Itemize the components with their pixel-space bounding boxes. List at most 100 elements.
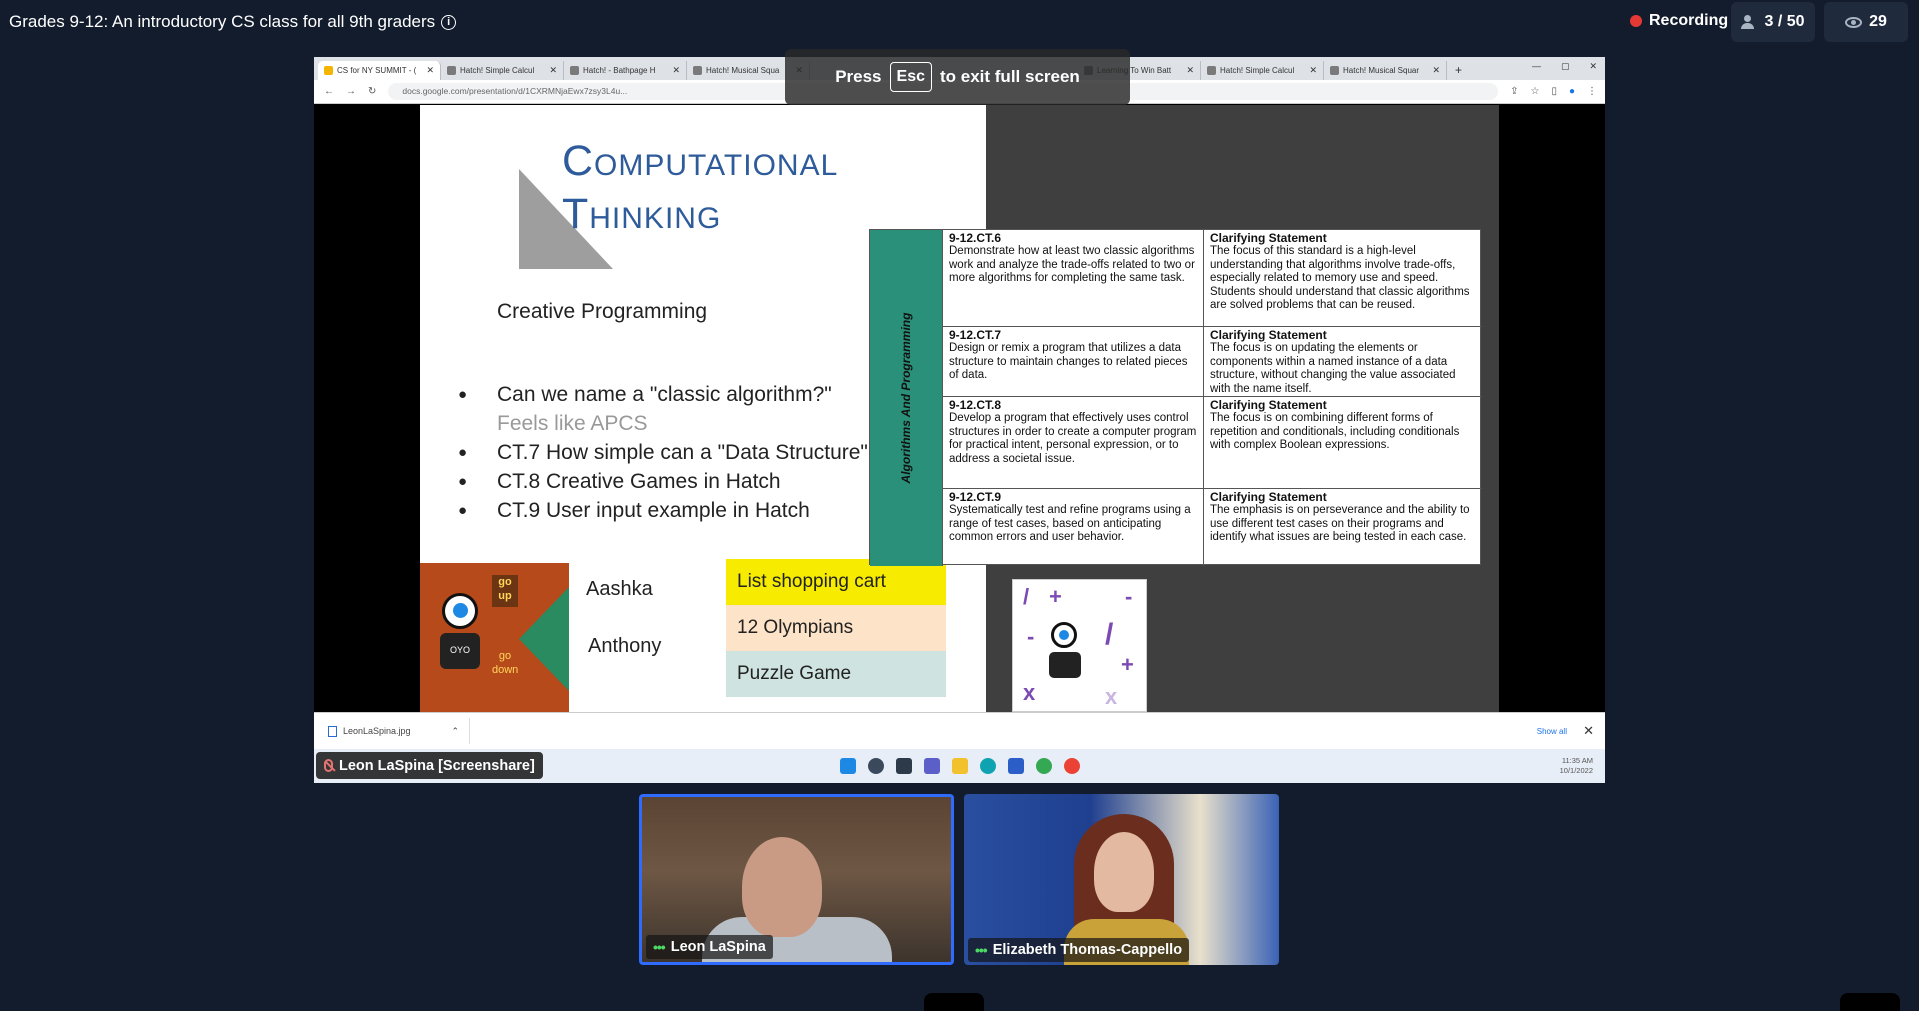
minimize-icon[interactable]: — — [1532, 61, 1541, 72]
show-all-link[interactable]: Show all — [1537, 727, 1567, 736]
browser-tab-title: Hatch! - Bathpage H — [583, 66, 656, 75]
arrow-shape — [519, 587, 569, 691]
browser-menu-icon[interactable]: ⋮ — [1587, 86, 1605, 97]
clock-date: 10/1/2022 — [1559, 766, 1593, 775]
clarifying-text: The focus of this standard is a high-lev… — [1210, 245, 1470, 312]
search-icon[interactable] — [867, 758, 884, 774]
clarifying-title: Clarifying Statement — [1210, 231, 1327, 245]
close-tab-icon[interactable]: ✕ — [1309, 65, 1317, 76]
participants-count-button[interactable]: 3 / 50 — [1731, 2, 1815, 42]
standard-text: Systematically test and refine programs … — [949, 504, 1191, 544]
recording-label: Recording — [1649, 12, 1729, 29]
back-icon[interactable]: ← — [324, 86, 334, 97]
download-item[interactable]: LeonLaSpina.jpg ⌃ — [328, 718, 470, 744]
participant-face — [742, 837, 822, 937]
plus-symbol-icon: + — [1121, 652, 1134, 677]
standard-code: 9-12.CT.8 — [949, 398, 1002, 412]
browser-tab[interactable]: Hatch! - Bathpage H ✕ — [564, 61, 687, 80]
clarifying-cell: Clarifying Statement The emphasis is on p… — [1204, 489, 1482, 566]
plus-symbol-icon: + — [1049, 584, 1062, 609]
new-tab-icon[interactable]: + — [1447, 63, 1470, 80]
chrome-icon[interactable] — [1035, 758, 1052, 774]
close-window-icon[interactable]: ✕ — [1589, 61, 1597, 72]
maximize-icon[interactable]: ▢ — [1561, 61, 1570, 72]
close-tab-icon[interactable]: ✕ — [672, 65, 680, 76]
slide-title-line1: Computational — [562, 137, 839, 185]
screenshare-name-tag: Leon LaSpina [Screenshare] — [316, 752, 543, 779]
clarifying-cell: Clarifying Statement The focus of this st… — [1204, 230, 1482, 326]
bullet-note: Feels like APCS — [497, 412, 648, 435]
minus-symbol-icon: - — [1027, 624, 1035, 649]
bottom-control-tab[interactable] — [1840, 993, 1900, 1011]
more-options-icon[interactable]: ••• — [975, 942, 988, 958]
hatch-favicon-icon — [693, 66, 702, 75]
browser-tab-title: Hatch! Musical Squar — [1343, 66, 1420, 75]
close-downloads-icon[interactable]: ✕ — [1583, 723, 1594, 739]
presentation-slide: Computational Thinking Creative Programm… — [420, 105, 1499, 712]
downloads-bar: LeonLaSpina.jpg ⌃ Show all ✕ — [314, 712, 1605, 749]
project-label: 12 Olympians — [726, 605, 946, 651]
task-view-icon[interactable] — [895, 758, 912, 774]
robot-body: OYO — [440, 633, 480, 669]
standards-table: Algorithms And Programming 9-12.CT.6 Demo… — [869, 229, 1482, 566]
exit-hint-text: to exit full screen — [939, 67, 1080, 86]
sidebar-icon[interactable]: ▯ — [1551, 86, 1557, 97]
chrome-icon[interactable] — [1063, 758, 1080, 774]
participant-name-tag: ••• Leon LaSpina — [646, 935, 773, 959]
close-tab-icon[interactable]: ✕ — [549, 65, 557, 76]
info-icon[interactable]: i — [441, 14, 457, 30]
robot-eye-icon — [442, 593, 478, 629]
clarifying-title: Clarifying Statement — [1210, 328, 1327, 342]
minus-symbol-icon: - — [1125, 584, 1133, 609]
bookmark-star-icon[interactable]: ☆ — [1530, 86, 1539, 97]
standards-row: 9-12.CT.9 Systematically test and refine … — [943, 489, 1482, 566]
browser-tab[interactable]: CS for NY SUMMIT - (✕ — [318, 61, 441, 80]
close-tab-icon[interactable]: ✕ — [1186, 65, 1194, 76]
file-explorer-icon[interactable] — [951, 758, 968, 774]
store-icon[interactable] — [1007, 758, 1024, 774]
standard-code: 9-12.CT.7 — [949, 328, 1002, 342]
slide-title: Computational Thinking — [562, 135, 838, 241]
bullet-text: CT.9 User input example in Hatch — [497, 499, 810, 522]
share-icon[interactable]: ⇪ — [1510, 86, 1518, 97]
robot-eye-icon — [1051, 622, 1077, 648]
meeting-top-bar: Grades 9-12: An introductory CS class fo… — [0, 0, 1919, 44]
slide-title-line2: Thinking — [562, 190, 722, 238]
browser-tab[interactable]: Hatch! Simple Calcul ✕ — [1201, 61, 1324, 80]
standards-row: 9-12.CT.6 Demonstrate how at least two cl… — [943, 230, 1482, 327]
forward-icon[interactable]: → — [346, 86, 356, 97]
standard-code: 9-12.CT.6 — [949, 231, 1002, 245]
reload-icon[interactable]: ↻ — [368, 86, 376, 97]
teams-icon[interactable] — [923, 758, 940, 774]
browser-tab[interactable]: Hatch! Simple Calcul ✕ — [441, 61, 564, 80]
clarifying-cell: Clarifying Statement The focus is on comb… — [1204, 397, 1482, 488]
edge-icon[interactable] — [979, 758, 996, 774]
bottom-control-tab[interactable] — [924, 993, 984, 1011]
slash-symbol-icon: / — [1105, 618, 1114, 651]
participant-video-tile[interactable]: ••• Leon LaSpina — [639, 794, 954, 965]
hatch-favicon-icon — [1330, 66, 1339, 75]
participant-video-tile[interactable]: ••• Elizabeth Thomas-Cappello — [964, 794, 1279, 965]
clarifying-text: The focus is on updating the elements or… — [1210, 342, 1456, 395]
recording-indicator[interactable]: Recording — [1630, 12, 1728, 30]
standard-code: 9-12.CT.9 — [949, 490, 1002, 504]
hatch-game-image: go up OYO go down — [420, 563, 569, 712]
browser-tab[interactable]: Hatch! Musical Squar ✕ — [1324, 61, 1447, 80]
slides-favicon-icon — [324, 66, 333, 75]
slide-subtitle: Creative Programming — [497, 300, 708, 323]
close-tab-icon[interactable]: ✕ — [426, 65, 434, 76]
browser-tab-title: Hatch! Musical Squa — [706, 66, 780, 75]
viewers-count-button[interactable]: 29 — [1824, 2, 1908, 42]
clarifying-cell: Clarifying Statement The focus is on upda… — [1204, 327, 1482, 396]
profile-icon[interactable]: ● — [1569, 86, 1575, 97]
hatch-favicon-icon — [447, 66, 456, 75]
times-symbol-icon: x — [1023, 680, 1036, 705]
bullet-text: CT.7 How simple can a "Data Structure" b… — [497, 441, 909, 464]
more-options-icon[interactable]: ••• — [653, 939, 666, 955]
chevron-up-icon[interactable]: ⌃ — [451, 726, 469, 737]
standard-cell: 9-12.CT.7 Design or remix a program that … — [943, 327, 1204, 396]
close-tab-icon[interactable]: ✕ — [1432, 65, 1440, 76]
mic-off-icon — [324, 759, 333, 772]
start-icon[interactable] — [839, 758, 856, 774]
hatch-favicon-icon — [1207, 66, 1216, 75]
